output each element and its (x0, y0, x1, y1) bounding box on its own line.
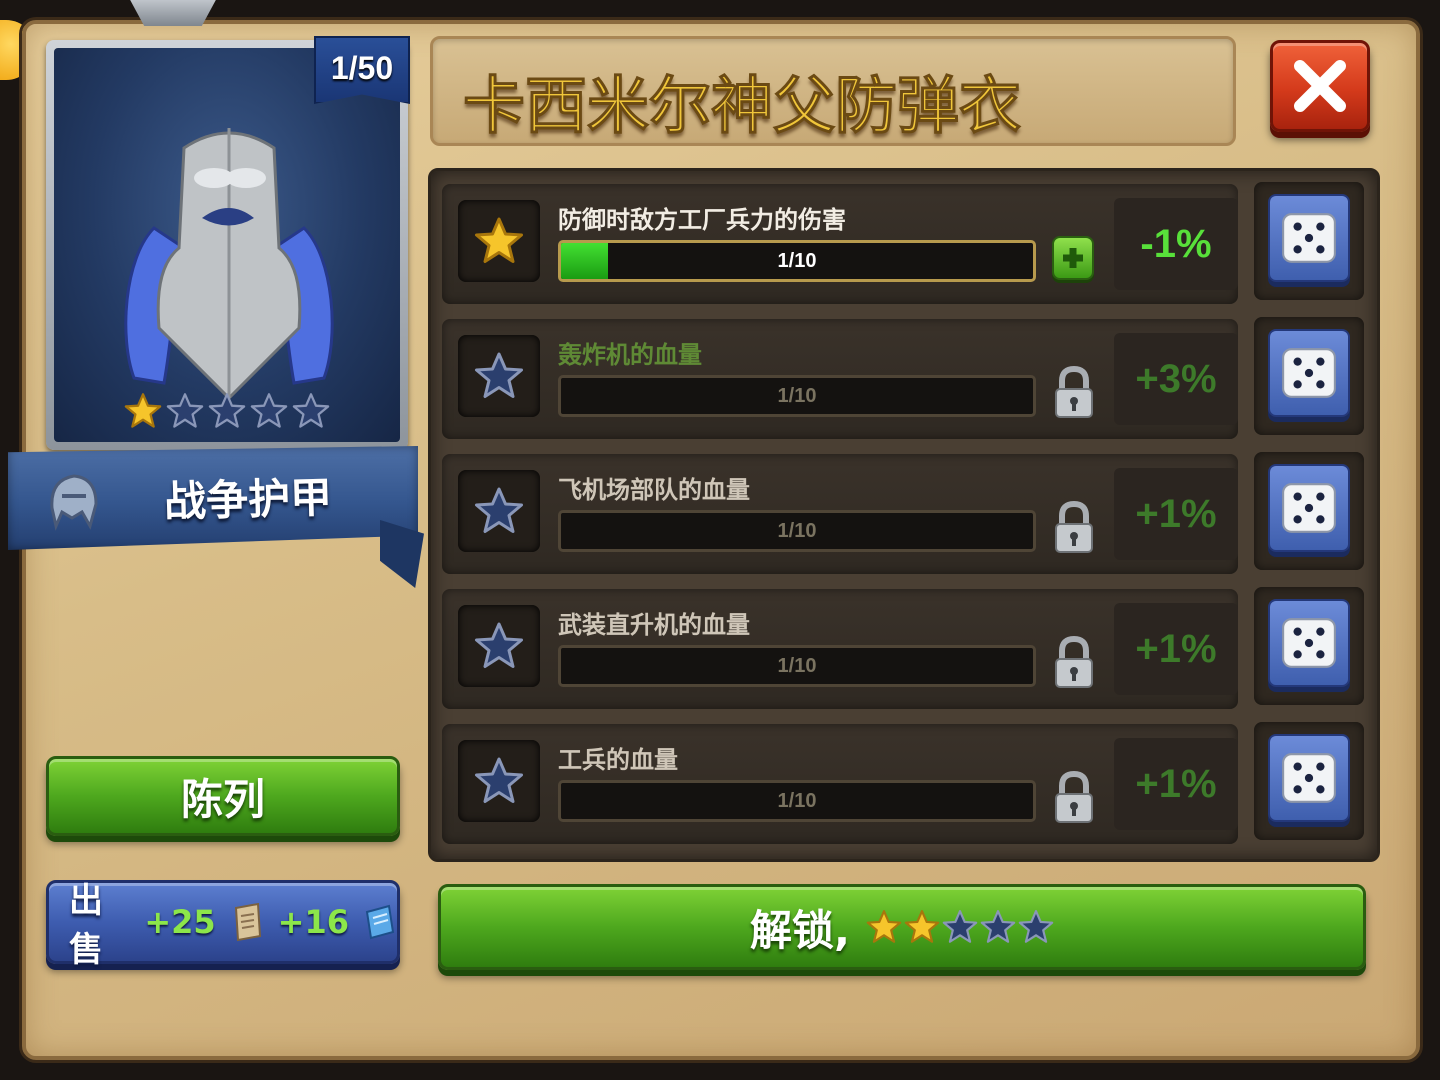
stat-value: +1% (1114, 603, 1238, 695)
close-button[interactable] (1270, 40, 1370, 132)
stat-value: +3% (1114, 333, 1238, 425)
stat-progress-text: 1/10 (777, 250, 817, 272)
star-icon (458, 605, 540, 687)
page-title: 卡西米尔神父防弹衣 (462, 69, 1022, 143)
upgrade-plus-button[interactable] (1052, 236, 1094, 280)
sell-label: 出售 (69, 881, 103, 970)
sell-reward-blueprints: +16 (277, 903, 349, 941)
stat-row: 工兵的血量 1/10 +1% (442, 724, 1238, 844)
item-category: 战争护甲 (163, 472, 333, 527)
star-icon (292, 392, 330, 430)
stat-label: 飞机场部队的血量 (558, 476, 750, 504)
star-icon (866, 909, 902, 945)
stat-label: 轰炸机的血量 (558, 341, 702, 369)
lock-icon (1055, 365, 1093, 418)
item-card (46, 40, 408, 450)
stat-progress-text: 1/10 (777, 655, 817, 677)
helmet-icon (50, 474, 98, 531)
reroll-dice-button[interactable] (1254, 182, 1364, 300)
stat-row: 武装直升机的血量 1/10 +1% (442, 589, 1238, 709)
star-icon (124, 392, 162, 430)
armor-icon (124, 128, 334, 401)
stat-value: -1% (1114, 198, 1238, 290)
blueprint-icon (363, 902, 397, 942)
dice-icon (1282, 618, 1336, 668)
reroll-dice-button[interactable] (1254, 587, 1364, 705)
star-icon (458, 740, 540, 822)
dice-icon (1282, 213, 1336, 263)
star-icon (166, 392, 204, 430)
dice-icon (1282, 753, 1336, 803)
sell-reward-scrolls: +25 (144, 903, 216, 941)
close-icon (1294, 60, 1346, 112)
star-icon (1018, 909, 1054, 945)
star-icon (250, 392, 288, 430)
reroll-dice-button[interactable] (1254, 722, 1364, 840)
sell-button[interactable]: 出售 +25 +16 (46, 880, 400, 970)
stat-value: +1% (1114, 738, 1238, 830)
lock-icon (1055, 500, 1093, 553)
stat-value: +1% (1114, 468, 1238, 560)
star-icon (942, 909, 978, 945)
unlock-label: 解锁, (750, 905, 850, 955)
unlock-button[interactable]: 解锁, (438, 884, 1366, 970)
star-icon (208, 392, 246, 430)
stat-progress-bar: 1/10 (558, 645, 1036, 687)
stat-label: 防御时敌方工厂兵力的伤害 (558, 206, 846, 234)
item-card-art (54, 48, 400, 442)
stat-row: 防御时敌方工厂兵力的伤害 1/10 -1% (442, 184, 1238, 304)
dice-icon (1282, 348, 1336, 398)
star-icon (980, 909, 1016, 945)
stat-progress-bar: 1/10 (558, 375, 1036, 417)
lock-icon (1055, 770, 1093, 823)
stat-progress-text: 1/10 (777, 790, 817, 812)
stat-progress-bar: 1/10 (558, 240, 1036, 282)
unlock-required-stars (866, 909, 1054, 945)
star-icon (904, 909, 940, 945)
star-icon (458, 200, 540, 282)
lock-icon (1055, 635, 1093, 688)
plus-icon (1063, 248, 1083, 268)
star-icon (458, 335, 540, 417)
stat-progress-bar: 1/10 (558, 510, 1036, 552)
item-rarity-stars (54, 392, 400, 430)
arrange-button[interactable]: 陈列 (46, 756, 400, 836)
scroll-icon (230, 902, 264, 942)
stat-row: 飞机场部队的血量 1/10 +1% (442, 454, 1238, 574)
dice-icon (1282, 483, 1336, 533)
reroll-dice-button[interactable] (1254, 317, 1364, 435)
reroll-dice-button[interactable] (1254, 452, 1364, 570)
star-icon (458, 470, 540, 552)
stat-row: 轰炸机的血量 1/10 +3% (442, 319, 1238, 439)
stat-progress-text: 1/10 (777, 520, 817, 542)
title-bar: 卡西米尔神父防弹衣 (430, 36, 1236, 146)
stat-progress-bar: 1/10 (558, 780, 1036, 822)
stat-label: 工兵的血量 (558, 746, 678, 774)
category-ribbon: 战争护甲 (8, 446, 424, 588)
stat-progress-text: 1/10 (777, 385, 817, 407)
stat-label: 武装直升机的血量 (558, 611, 750, 639)
item-count-badge: 1/50 (314, 36, 410, 104)
